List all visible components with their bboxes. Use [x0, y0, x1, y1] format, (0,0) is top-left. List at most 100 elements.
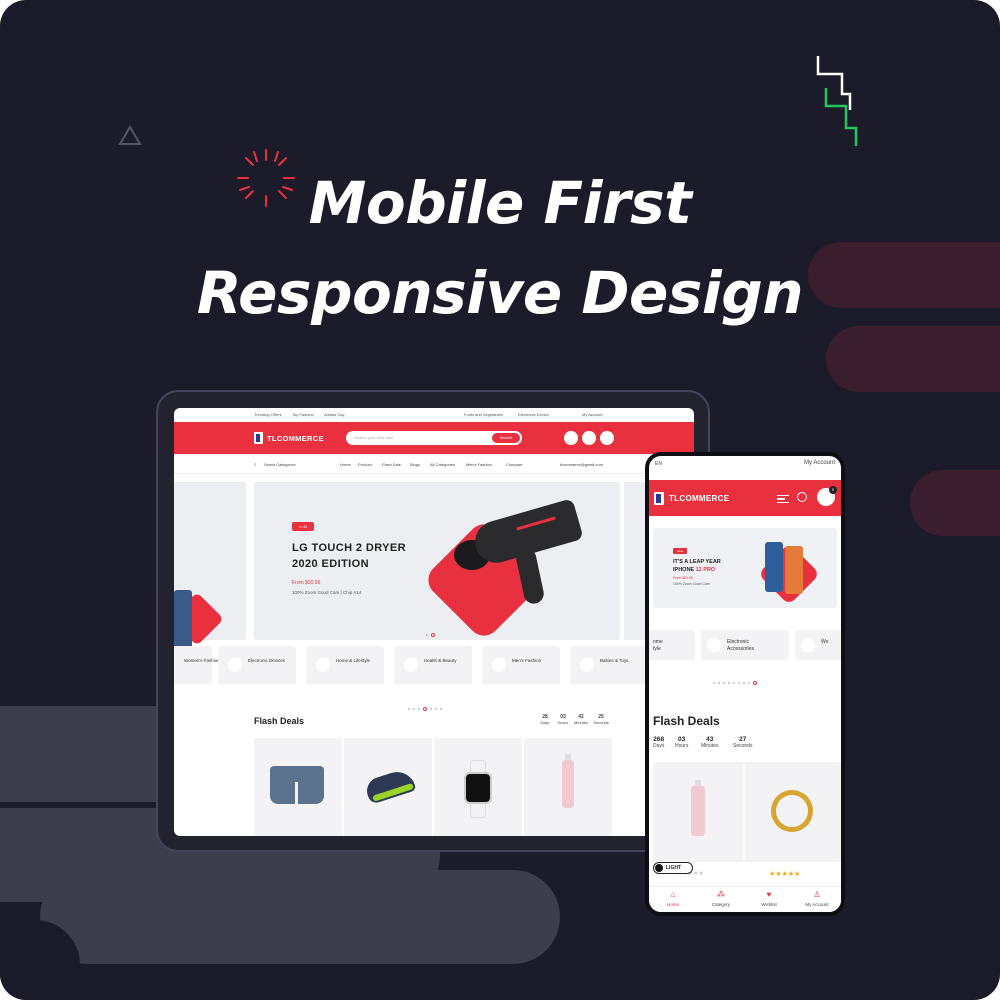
category-label-line: Electronic [727, 639, 749, 645]
nav-link[interactable]: Compare [506, 462, 522, 467]
hero-title-line: IT'S A LEAP YEAR [673, 559, 721, 565]
menu-icon[interactable] [777, 495, 789, 503]
carousel-dots[interactable] [426, 626, 438, 637]
user-icon: ♙ [813, 890, 821, 899]
search-icon[interactable] [797, 492, 807, 502]
tablet-mockup: Trending Offers Top Fashion Adidas Gay F… [156, 390, 710, 852]
category-card[interactable]: ome tyle [649, 630, 695, 660]
top-link[interactable]: Electronic Device [518, 412, 549, 417]
category-card[interactable]: Home & Lifestyle [306, 646, 384, 684]
category-card[interactable]: Women's Fashion [174, 646, 220, 684]
top-link[interactable]: Trending Offers [254, 412, 282, 417]
moon-icon [655, 864, 663, 872]
timer-hours: 03 Hours [554, 714, 572, 725]
hero-subtitle: 100% Zoom Good Cam [673, 582, 710, 586]
tab-category[interactable]: ⁂ Category [697, 890, 745, 908]
top-bar: Trending Offers Top Fashion Adidas Gay F… [174, 408, 694, 422]
hero-title-plain: IPHONE [673, 567, 695, 573]
flash-deals-title: Flash Deals [254, 716, 305, 726]
phone-top-bar: EN My Account [649, 456, 841, 470]
nav-link[interactable]: Men's Fashion [466, 462, 492, 467]
logo-text[interactable]: TLCOMMERCE [669, 494, 729, 503]
tab-wishlist[interactable]: ♥ Wishlist [745, 891, 793, 908]
zigzag-icon [816, 56, 858, 146]
timer-days: 268 Days [653, 736, 664, 749]
category-icon: ⁂ [717, 890, 725, 899]
product-card[interactable] [745, 762, 841, 862]
category-card[interactable]: Health & Beauty [394, 646, 472, 684]
category-strip: Women's Fashion Electronic Devices Home … [174, 646, 694, 686]
timer-unit: Seconds [733, 743, 753, 749]
timer-seconds: 27 Seconds [733, 736, 752, 749]
email-text: tlcommerce@gmail.com [560, 462, 603, 467]
timer-unit: Seconds [593, 720, 609, 725]
headline: Mobile First Responsive Design [0, 158, 1000, 338]
wishlist-icon[interactable] [582, 431, 596, 445]
main-nav: ≡ Select Categories Home Product Flash S… [174, 454, 694, 474]
category-dots[interactable] [408, 700, 445, 711]
category-dots[interactable] [713, 674, 760, 685]
logo-icon [254, 432, 263, 444]
tab-account[interactable]: ♙ My Account [793, 890, 841, 908]
my-account-link[interactable]: My Account [804, 460, 835, 466]
hero-title: LG TOUCH 2 DRYER 2020 EDITION [292, 540, 406, 572]
my-account-link[interactable]: My account [582, 412, 602, 417]
hero-banner[interactable]: •• 40 LG TOUCH 2 DRYER 2020 EDITION From… [254, 482, 620, 640]
product-card[interactable] [254, 738, 342, 836]
search-button[interactable]: Search [492, 433, 520, 443]
device-icon [228, 658, 242, 672]
headline-line-2: Responsive Design [196, 259, 804, 327]
logo-text[interactable]: TLCOMMERCE [267, 434, 324, 443]
product-card[interactable] [344, 738, 432, 836]
category-card[interactable]: Babies & Toys [570, 646, 648, 684]
timer-unit: Days [653, 743, 665, 749]
search-input[interactable]: Search your item here Search [346, 431, 522, 445]
home-icon: ⌂ [670, 890, 676, 899]
category-label: Babies & Toys [600, 658, 629, 663]
compare-icon[interactable] [564, 431, 578, 445]
perfume-bottle-image [562, 754, 574, 808]
language-select[interactable]: EN [655, 461, 662, 467]
site-header: TLCOMMERCE Search your item here Search [174, 422, 694, 454]
top-link[interactable]: Adidas Gay [324, 412, 345, 417]
phone-hero-banner[interactable]: New IT'S A LEAP YEAR IPHONE 12 PRO From … [653, 528, 837, 608]
iphone-image [765, 542, 783, 592]
flash-products [254, 738, 614, 836]
category-card[interactable]: Electronic Accessories [701, 630, 789, 660]
product-card[interactable] [524, 738, 612, 836]
category-card[interactable]: Men's Fashion [482, 646, 560, 684]
category-card[interactable]: Electronic Devices [218, 646, 296, 684]
nav-link[interactable]: Product [358, 462, 372, 467]
nav-link[interactable]: All Categories [430, 462, 455, 467]
category-card[interactable]: Wo [795, 630, 841, 660]
tab-home[interactable]: ⌂ Home [649, 890, 697, 908]
theme-toggle[interactable]: LIGHT [653, 862, 693, 874]
top-link[interactable]: Top Fashion [292, 412, 314, 417]
hero-title: IT'S A LEAP YEAR IPHONE 12 PRO [673, 558, 721, 574]
cart-icon[interactable] [600, 431, 614, 445]
menu-icon[interactable]: ≡ [254, 462, 256, 467]
headline-line-1: Mobile First [308, 169, 692, 237]
category-label: Home & Lifestyle [336, 658, 371, 663]
category-label-line: Accessories [727, 646, 754, 652]
hero-tag: •• 40 [292, 522, 314, 531]
category-label-line: ome [653, 639, 663, 645]
phone-header: TLCOMMERCE 0 [649, 480, 841, 516]
timer-unit: Days [540, 720, 550, 725]
nav-link[interactable]: Home [340, 462, 351, 467]
timer-minutes: 43 Minutes [701, 736, 719, 749]
product-card[interactable] [434, 738, 522, 836]
hero-title-highlight: 12 PRO [695, 567, 716, 573]
lamp-icon [316, 658, 330, 672]
category-label: Men's Fashion [512, 658, 542, 663]
tab-label: Home [666, 902, 679, 907]
timer-value: 27 [739, 736, 747, 743]
category-select[interactable]: Select Categories [264, 462, 296, 467]
logo-icon [654, 492, 664, 505]
gold-ring-image [763, 782, 821, 840]
product-card[interactable] [653, 762, 743, 862]
top-link[interactable]: Fruits and Vegetables [464, 412, 503, 417]
tablet-screen: Trending Offers Top Fashion Adidas Gay F… [174, 408, 694, 836]
nav-link[interactable]: Flash Sale [382, 462, 401, 467]
nav-link[interactable]: Blogs [410, 462, 420, 467]
